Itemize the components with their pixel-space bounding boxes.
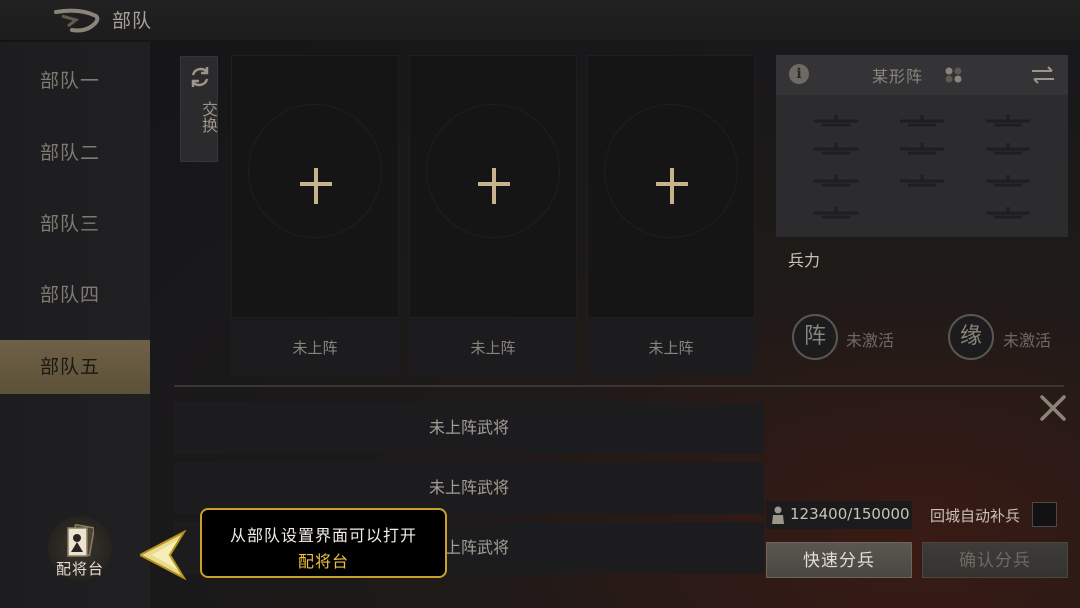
auto-replenish-label: 回城自动补兵 [930, 507, 1021, 525]
troops-label: 兵力 [788, 251, 821, 270]
fate-bond-icon[interactable]: 缘 [948, 314, 994, 360]
info-icon[interactable]: i [789, 64, 809, 84]
top-bar [0, 0, 1080, 40]
quick-split-button[interactable]: 快速分兵 [766, 542, 912, 578]
tooltip-text: 从部队设置界面可以打开 [229, 526, 417, 545]
sidebar-item-troop-5[interactable]: 部队五 [0, 340, 150, 394]
formation-position [900, 175, 944, 187]
formation-position [900, 143, 944, 155]
sidebar-item-troop-1[interactable]: 部队一 [0, 54, 150, 108]
slot-status: 未上阵 [587, 320, 755, 376]
list-item[interactable]: 未上阵武将 [174, 402, 764, 454]
fate-bond-status: 未激活 [1003, 331, 1052, 350]
back-arrow-icon[interactable] [52, 6, 104, 34]
general-stage-button[interactable]: 配将台 [48, 516, 112, 580]
formation-position [986, 115, 1030, 127]
formation-panel: i 某形阵 [776, 55, 1068, 237]
sidebar-item-troop-2[interactable]: 部队二 [0, 126, 150, 180]
formation-position [986, 143, 1030, 155]
refresh-icon [191, 67, 209, 87]
formation-position [814, 207, 858, 219]
list-item[interactable]: 未上阵武将 [174, 462, 764, 514]
tooltip: 从部队设置界面可以打开 配将台 [200, 508, 447, 578]
formation-bond-icon[interactable]: 阵 [792, 314, 838, 360]
formation-position [814, 175, 858, 187]
troop-count-box: 123400/150000 [766, 501, 912, 529]
plus-icon [478, 168, 510, 204]
general-slot-1[interactable] [231, 55, 399, 318]
formation-name: 某形阵 [872, 67, 924, 86]
formation-position [986, 175, 1030, 187]
confirm-split-button[interactable]: 确认分兵 [922, 542, 1068, 578]
soldier-icon [772, 506, 784, 524]
sidebar-item-troop-4[interactable]: 部队四 [0, 268, 150, 322]
plus-icon [300, 168, 332, 204]
formation-shape-icon [945, 67, 962, 83]
formation-position [814, 115, 858, 127]
general-slot-3[interactable] [587, 55, 755, 318]
troop-count: 123400/150000 [790, 505, 910, 523]
general-slot-2[interactable] [409, 55, 577, 318]
general-stage-label: 配将台 [55, 560, 104, 578]
swap-button[interactable]: 交换 [180, 56, 218, 162]
slot-status: 未上阵 [231, 320, 399, 376]
formation-bond-status: 未激活 [846, 331, 895, 350]
general-card-icon [67, 524, 94, 557]
divider [174, 385, 1064, 387]
formation-position [986, 207, 1030, 219]
plus-icon [656, 168, 688, 204]
sidebar-item-troop-3[interactable]: 部队三 [0, 197, 150, 251]
row-text: 未上阵武将 [428, 478, 509, 497]
switch-arrows-icon[interactable] [1030, 65, 1056, 85]
formation-position [900, 115, 944, 127]
tooltip-highlight: 配将台 [297, 552, 349, 571]
pointer-arrow-icon [140, 530, 187, 580]
row-text: 未上阵武将 [428, 418, 509, 437]
slot-status: 未上阵 [409, 320, 577, 376]
auto-replenish-checkbox[interactable] [1032, 502, 1057, 527]
formation-position [814, 143, 858, 155]
formation-header: i 某形阵 [776, 55, 1068, 95]
swap-label: 交换 [199, 101, 218, 133]
crossed-swords-icon[interactable] [1038, 393, 1068, 423]
page-title: 部队 [112, 10, 153, 32]
